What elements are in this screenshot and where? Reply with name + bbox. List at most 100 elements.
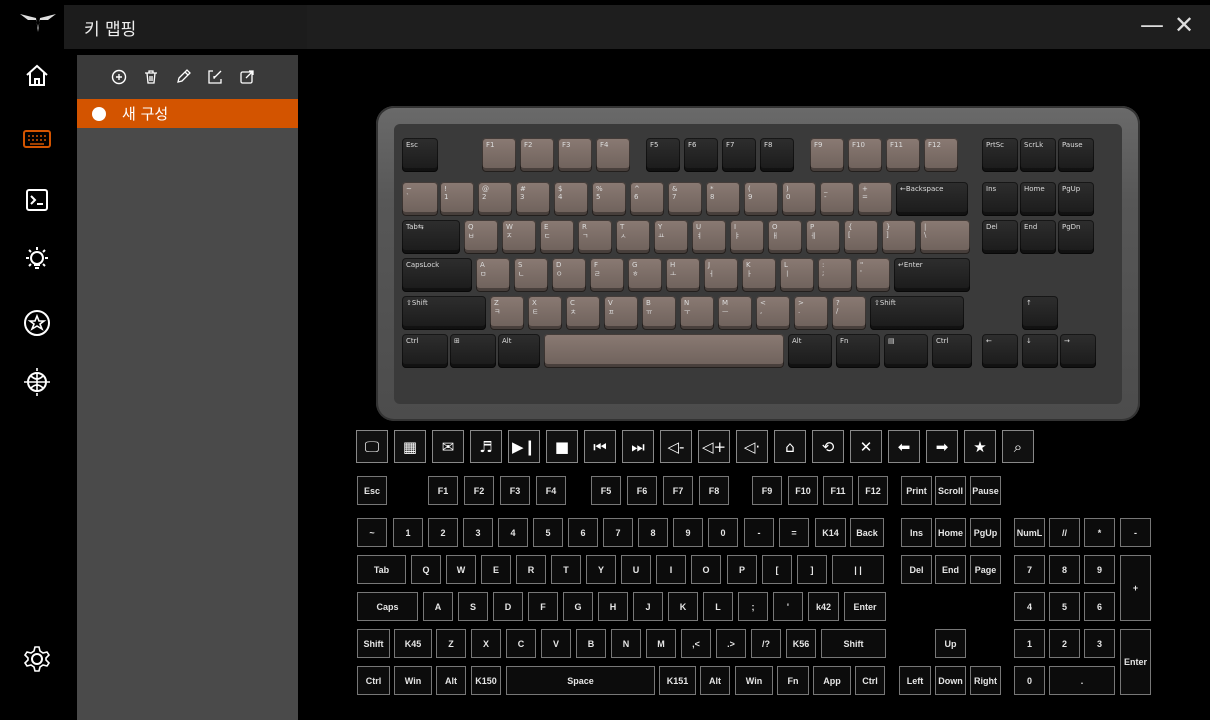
preview-key[interactable]: C ㅊ <box>566 296 600 330</box>
virtual-key[interactable]: = <box>779 518 809 547</box>
virtual-key[interactable]: F12 <box>858 476 888 505</box>
prev-track-icon[interactable]: ⏮ <box>584 430 616 463</box>
preview-key[interactable]: : ; <box>818 258 852 292</box>
preview-key[interactable]: F11 <box>886 138 920 172</box>
virtual-key[interactable]: - <box>1120 518 1151 547</box>
virtual-key[interactable]: Home <box>935 518 966 547</box>
preview-key[interactable]: B ㅠ <box>642 296 676 330</box>
add-profile-icon[interactable] <box>108 66 130 88</box>
preview-key[interactable]: H ㅗ <box>666 258 700 292</box>
virtual-key[interactable]: F5 <box>591 476 621 505</box>
export-profile-icon[interactable] <box>236 66 258 88</box>
preview-key[interactable]: @ 2 <box>478 182 512 216</box>
virtual-key[interactable]: 3 <box>1084 629 1115 658</box>
preview-key[interactable]: Del <box>982 220 1018 254</box>
preview-key[interactable]: ↓ <box>1022 334 1058 368</box>
preview-key[interactable]: F1 <box>482 138 516 172</box>
virtual-key[interactable]: /? <box>751 629 781 658</box>
virtual-key[interactable]: Del <box>901 555 932 584</box>
calculator-icon[interactable]: ▦ <box>394 430 426 463</box>
preview-key[interactable]: F5 <box>646 138 680 172</box>
preview-key[interactable]: PgUp <box>1058 182 1094 216</box>
preview-key[interactable]: P ㅔ <box>806 220 840 254</box>
preview-key[interactable]: ← <box>982 334 1018 368</box>
monitor-icon[interactable]: 🖵 <box>356 430 388 463</box>
virtual-key[interactable]: Alt <box>436 666 466 695</box>
virtual-key[interactable]: Alt <box>700 666 730 695</box>
virtual-key[interactable]: 6 <box>568 518 598 547</box>
virtual-key[interactable]: Down <box>935 666 966 695</box>
virtual-key[interactable]: R <box>516 555 546 584</box>
delete-profile-icon[interactable] <box>140 66 162 88</box>
virtual-key[interactable]: 4 <box>1014 592 1045 621</box>
virtual-key[interactable]: F2 <box>464 476 494 505</box>
preview-key[interactable]: | \ <box>920 220 970 254</box>
virtual-key[interactable]: F6 <box>627 476 657 505</box>
mail-icon[interactable]: ✉ <box>432 430 464 463</box>
profile-item-active[interactable]: 새 구성 <box>77 99 298 128</box>
virtual-key[interactable]: Tab <box>357 555 406 584</box>
preview-key[interactable]: ^ 6 <box>630 182 664 216</box>
virtual-key[interactable]: Back <box>850 518 884 547</box>
preview-key[interactable]: F4 <box>596 138 630 172</box>
virtual-key[interactable]: F10 <box>788 476 818 505</box>
virtual-key[interactable]: Ins <box>901 518 932 547</box>
virtual-key[interactable]: Scroll <box>935 476 966 505</box>
virtual-key[interactable]: Shift <box>357 629 390 658</box>
preview-key[interactable]: → <box>1060 334 1096 368</box>
preview-key[interactable]: G ㅎ <box>628 258 662 292</box>
preview-key[interactable]: F6 <box>684 138 718 172</box>
macro-icon[interactable] <box>20 183 54 217</box>
import-profile-icon[interactable] <box>204 66 226 88</box>
preview-key[interactable]: N ㅜ <box>680 296 714 330</box>
music-icon[interactable]: ♬ <box>470 430 502 463</box>
preview-key[interactable]: _ - <box>820 182 854 216</box>
preview-key[interactable]: O ㅐ <box>768 220 802 254</box>
preview-key[interactable]: Y ㅛ <box>654 220 688 254</box>
virtual-key[interactable]: ] <box>797 555 827 584</box>
virtual-key[interactable]: 1 <box>393 518 423 547</box>
preview-key[interactable]: ↵Enter <box>894 258 970 292</box>
preview-key[interactable]: X ㅌ <box>528 296 562 330</box>
virtual-key[interactable]: F3 <box>500 476 530 505</box>
virtual-key[interactable]: .> <box>716 629 746 658</box>
virtual-key[interactable]: Page <box>970 555 1001 584</box>
virtual-key[interactable]: 8 <box>1049 555 1080 584</box>
preview-key[interactable]: ScrLk <box>1020 138 1056 172</box>
virtual-key[interactable]: 7 <box>603 518 633 547</box>
preview-key[interactable]: Tab⇆ <box>402 220 460 254</box>
home-key-icon[interactable]: ⌂ <box>774 430 806 463</box>
virtual-key[interactable]: [ <box>762 555 792 584</box>
virtual-key[interactable]: 2 <box>1049 629 1080 658</box>
preview-key[interactable]: ⇧Shift <box>402 296 486 330</box>
preview-key[interactable]: Ctrl <box>932 334 972 368</box>
volume-down-icon[interactable]: ◁- <box>660 430 692 463</box>
preview-key[interactable]: Fn <box>836 334 880 368</box>
virtual-key[interactable]: + <box>1120 555 1151 621</box>
virtual-key[interactable]: C <box>506 629 536 658</box>
virtual-key[interactable]: ~ <box>357 518 387 547</box>
preview-key[interactable]: ←Backspace <box>896 182 968 216</box>
preview-key[interactable]: Alt <box>788 334 832 368</box>
virtual-key[interactable]: Esc <box>357 476 387 505</box>
preview-key[interactable]: F9 <box>810 138 844 172</box>
virtual-key[interactable]: 9 <box>673 518 703 547</box>
virtual-key[interactable]: V <box>541 629 571 658</box>
virtual-key[interactable]: 5 <box>533 518 563 547</box>
preview-key[interactable]: Z ㅋ <box>490 296 524 330</box>
preview-key[interactable]: > . <box>794 296 828 330</box>
virtual-key[interactable]: Space <box>506 666 655 695</box>
preview-key[interactable]: Alt <box>498 334 540 368</box>
favorite-icon[interactable]: ★ <box>964 430 996 463</box>
preview-key[interactable]: End <box>1020 220 1056 254</box>
arrow-right-icon[interactable]: ➡ <box>926 430 958 463</box>
preview-key[interactable]: ↑ <box>1022 296 1058 330</box>
virtual-key[interactable]: I <box>656 555 686 584</box>
preview-key[interactable]: CapsLock <box>402 258 472 292</box>
virtual-key[interactable]: K <box>668 592 698 621</box>
virtual-key[interactable]: // <box>1049 518 1080 547</box>
virtual-key[interactable]: - <box>744 518 774 547</box>
preview-key[interactable]: F ㄹ <box>590 258 624 292</box>
preview-key[interactable]: * 8 <box>706 182 740 216</box>
virtual-key[interactable]: End <box>935 555 966 584</box>
